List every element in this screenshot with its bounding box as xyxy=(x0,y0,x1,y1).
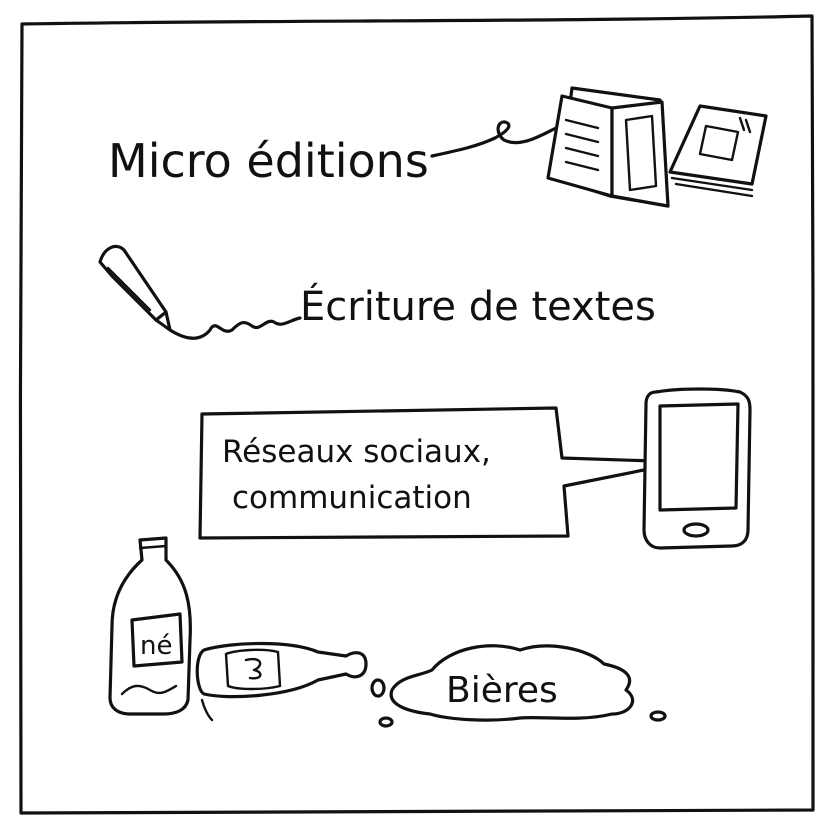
bieres-label: Bières xyxy=(446,670,558,711)
beer-bottle-icon: né xyxy=(108,536,192,716)
connector-squiggle-2 xyxy=(168,316,302,340)
booklet-icon xyxy=(546,86,768,208)
pen-icon xyxy=(98,244,172,332)
bottle-label-text: né xyxy=(140,631,172,661)
reseaux-label-line2: communication xyxy=(232,480,472,516)
connector-squiggle-1 xyxy=(430,120,558,158)
fallen-bottle-icon xyxy=(195,641,368,722)
ecriture-label: Écriture de textes xyxy=(300,282,656,330)
micro-editions-label: Micro éditions xyxy=(108,134,429,188)
speech-bubble xyxy=(198,406,686,540)
smartphone-icon xyxy=(642,387,752,550)
illustration-canvas: Micro éditions Écriture de textes Réseau… xyxy=(18,14,816,815)
reseaux-label-line1: Réseaux sociaux, xyxy=(222,434,491,470)
